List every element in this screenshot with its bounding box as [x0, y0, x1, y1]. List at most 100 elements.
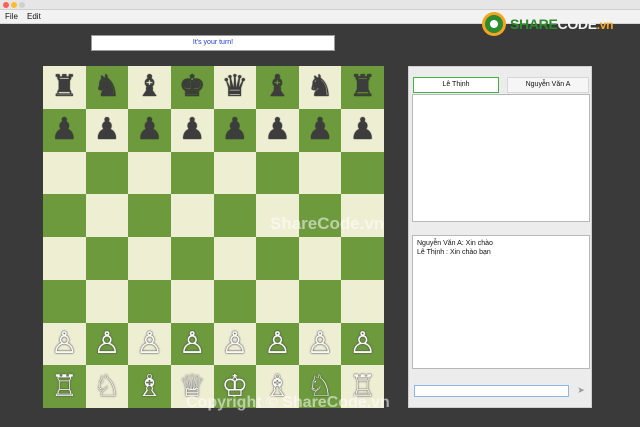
- board-square[interactable]: [213, 151, 257, 195]
- board-square[interactable]: [85, 194, 129, 237]
- board-square[interactable]: [341, 194, 384, 237]
- board-square[interactable]: ♖: [43, 365, 86, 408]
- board-square[interactable]: [85, 237, 129, 280]
- board-square[interactable]: [341, 279, 384, 323]
- white-knight-piece[interactable]: ♘: [93, 371, 120, 402]
- board-square[interactable]: ♜: [341, 66, 384, 109]
- black-knight-piece[interactable]: ♞: [307, 72, 334, 102]
- board-square[interactable]: ♙: [256, 322, 299, 366]
- white-pawn-piece[interactable]: ♙: [51, 328, 78, 359]
- board-square[interactable]: ♚: [170, 66, 214, 109]
- black-queen-piece[interactable]: ♛: [221, 72, 248, 102]
- white-pawn-piece[interactable]: ♙: [179, 328, 206, 359]
- board-square[interactable]: ♞: [85, 66, 129, 109]
- board-square[interactable]: ♘: [298, 365, 342, 408]
- chat-input[interactable]: [414, 385, 569, 397]
- board-square[interactable]: ♟: [341, 108, 384, 152]
- board-square[interactable]: [256, 279, 299, 323]
- white-king-piece[interactable]: ♔: [221, 371, 248, 402]
- black-knight-piece[interactable]: ♞: [93, 72, 120, 102]
- black-bishop-piece[interactable]: ♝: [136, 72, 163, 102]
- black-bishop-piece[interactable]: ♝: [264, 72, 291, 102]
- board-square[interactable]: ♗: [256, 365, 299, 408]
- board-square[interactable]: ♔: [213, 365, 257, 408]
- black-pawn-piece[interactable]: ♟: [307, 115, 334, 145]
- board-square[interactable]: [256, 237, 299, 280]
- board-square[interactable]: [341, 237, 384, 280]
- board-square[interactable]: ♟: [128, 108, 171, 152]
- white-rook-piece[interactable]: ♖: [349, 371, 376, 402]
- white-bishop-piece[interactable]: ♗: [264, 371, 291, 402]
- board-square[interactable]: ♙: [341, 322, 384, 366]
- board-square[interactable]: [170, 237, 214, 280]
- white-queen-piece[interactable]: ♕: [179, 371, 206, 402]
- board-square[interactable]: [256, 194, 299, 237]
- board-square[interactable]: [298, 151, 342, 195]
- board-square[interactable]: [298, 279, 342, 323]
- minimize-window-button[interactable]: [11, 2, 17, 8]
- board-square[interactable]: [170, 279, 214, 323]
- board-square[interactable]: [128, 151, 171, 195]
- board-square[interactable]: ♙: [213, 322, 257, 366]
- board-square[interactable]: [43, 151, 86, 195]
- black-rook-piece[interactable]: ♜: [349, 72, 376, 102]
- board-square[interactable]: ♕: [170, 365, 214, 408]
- board-square[interactable]: ♟: [170, 108, 214, 152]
- board-square[interactable]: [43, 194, 86, 237]
- white-rook-piece[interactable]: ♖: [51, 371, 78, 402]
- board-square[interactable]: ♙: [298, 322, 342, 366]
- board-square[interactable]: ♟: [298, 108, 342, 152]
- board-square[interactable]: ♙: [170, 322, 214, 366]
- board-square[interactable]: ♞: [298, 66, 342, 109]
- board-square[interactable]: [213, 194, 257, 237]
- board-square[interactable]: [128, 279, 171, 323]
- maximize-window-button[interactable]: [19, 2, 25, 8]
- board-square[interactable]: ♟: [213, 108, 257, 152]
- black-pawn-piece[interactable]: ♟: [136, 115, 163, 145]
- black-pawn-piece[interactable]: ♟: [179, 115, 206, 145]
- board-square[interactable]: ♗: [128, 365, 171, 408]
- black-king-piece[interactable]: ♚: [179, 72, 206, 102]
- board-square[interactable]: [85, 279, 129, 323]
- white-pawn-piece[interactable]: ♙: [349, 328, 376, 359]
- menu-edit[interactable]: Edit: [27, 12, 41, 21]
- board-square[interactable]: ♟: [256, 108, 299, 152]
- white-bishop-piece[interactable]: ♗: [136, 371, 163, 402]
- close-window-button[interactable]: [3, 2, 9, 8]
- black-pawn-piece[interactable]: ♟: [264, 115, 291, 145]
- board-square[interactable]: ♜: [43, 66, 86, 109]
- white-knight-piece[interactable]: ♘: [307, 371, 334, 402]
- board-square[interactable]: ♖: [341, 365, 384, 408]
- black-pawn-piece[interactable]: ♟: [221, 115, 248, 145]
- board-square[interactable]: [85, 151, 129, 195]
- white-pawn-piece[interactable]: ♙: [136, 328, 163, 359]
- board-square[interactable]: [128, 194, 171, 237]
- board-square[interactable]: ♟: [43, 108, 86, 152]
- board-square[interactable]: [298, 194, 342, 237]
- black-pawn-piece[interactable]: ♟: [93, 115, 120, 145]
- white-pawn-piece[interactable]: ♙: [307, 328, 334, 359]
- board-square[interactable]: [213, 237, 257, 280]
- board-square[interactable]: [170, 194, 214, 237]
- board-square[interactable]: ♟: [85, 108, 129, 152]
- white-pawn-piece[interactable]: ♙: [221, 328, 248, 359]
- black-pawn-piece[interactable]: ♟: [51, 115, 78, 145]
- white-pawn-piece[interactable]: ♙: [264, 328, 291, 359]
- board-square[interactable]: [43, 237, 86, 280]
- board-square[interactable]: ♝: [128, 66, 171, 109]
- player-tab-nguyen-van-a[interactable]: Nguyễn Văn A: [507, 77, 589, 93]
- board-square[interactable]: [213, 279, 257, 323]
- board-square[interactable]: [341, 151, 384, 195]
- menu-file[interactable]: File: [5, 12, 18, 21]
- board-square[interactable]: ♙: [43, 322, 86, 366]
- board-square[interactable]: [170, 151, 214, 195]
- white-pawn-piece[interactable]: ♙: [93, 328, 120, 359]
- board-square[interactable]: [298, 237, 342, 280]
- board-square[interactable]: ♙: [128, 322, 171, 366]
- black-pawn-piece[interactable]: ♟: [349, 115, 376, 145]
- board-square[interactable]: ♝: [256, 66, 299, 109]
- board-square[interactable]: ♛: [213, 66, 257, 109]
- board-square[interactable]: ♙: [85, 322, 129, 366]
- board-square[interactable]: [43, 279, 86, 323]
- black-rook-piece[interactable]: ♜: [51, 72, 78, 102]
